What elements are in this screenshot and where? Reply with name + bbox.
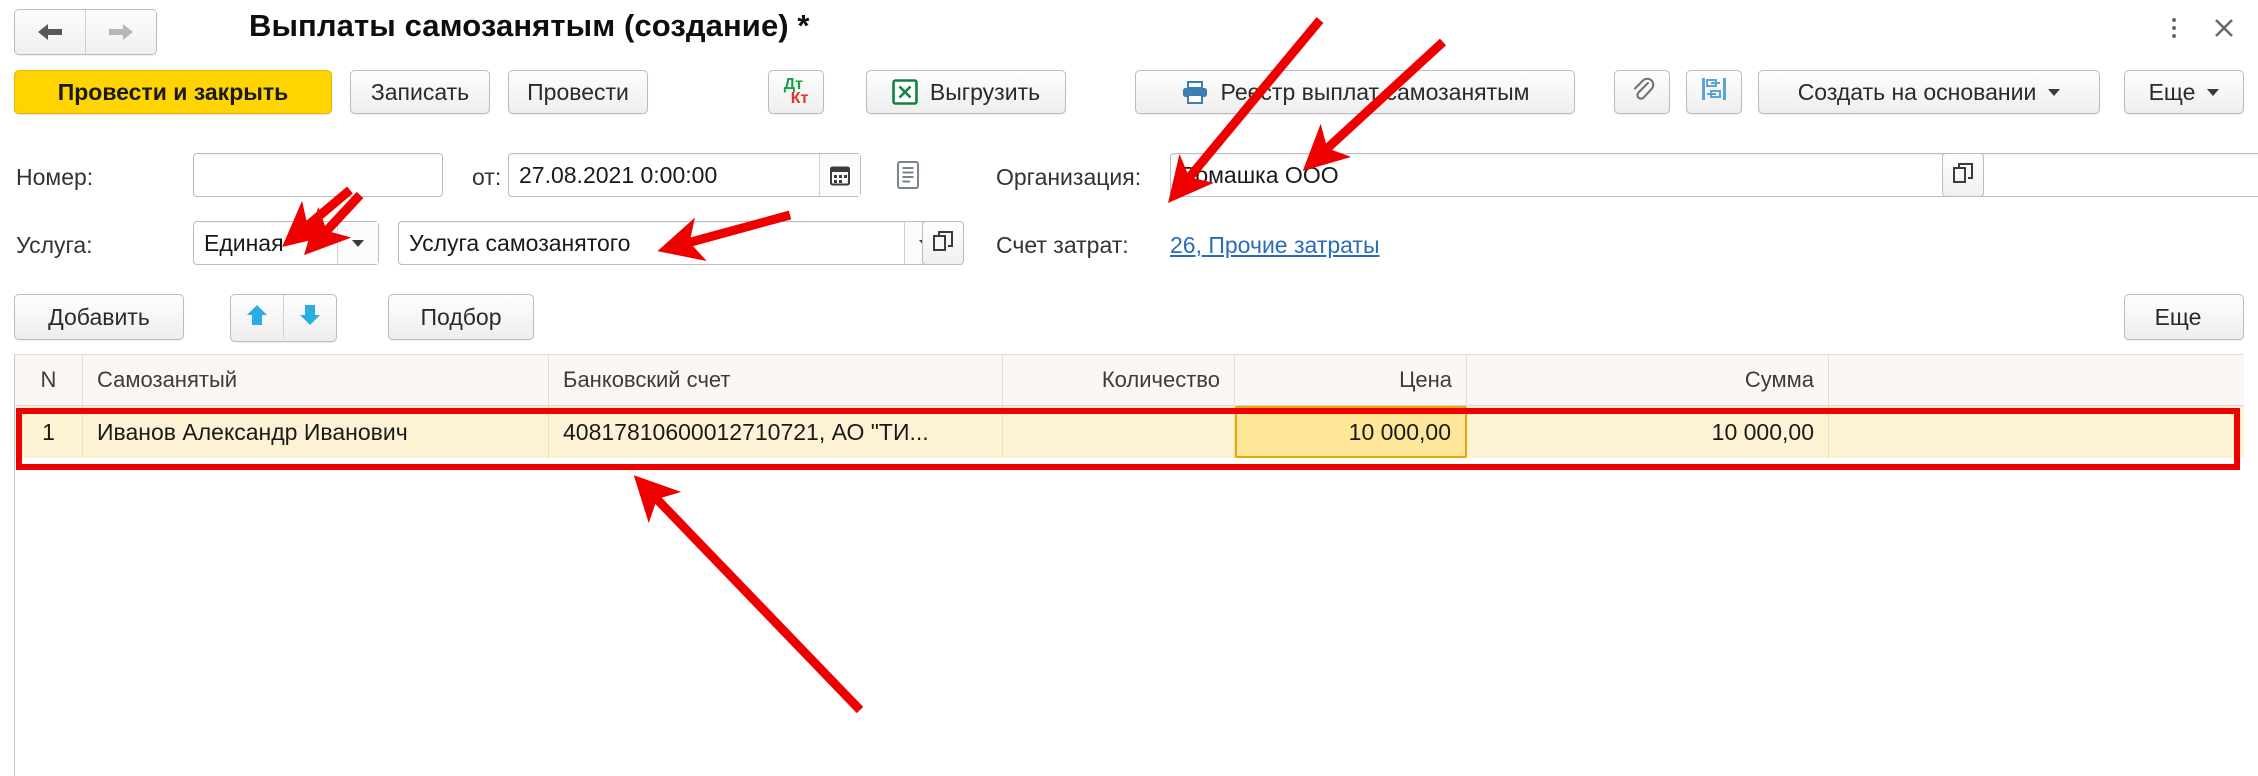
grid-header-row: N Самозанятый Банковский счет Количество Цен… bbox=[15, 355, 2244, 406]
close-icon[interactable] bbox=[2206, 10, 2242, 46]
title-bar: Выплаты самозанятым (создание) * bbox=[0, 0, 2258, 62]
export-button-label: Выгрузить bbox=[929, 78, 1041, 105]
post-and-close-button[interactable]: Провести и закрыть bbox=[14, 70, 332, 114]
service-field[interactable]: Услуга самозанятого bbox=[398, 221, 946, 265]
service-open-button[interactable] bbox=[922, 221, 964, 265]
forward-button[interactable] bbox=[85, 10, 156, 54]
chevron-down-icon bbox=[2207, 88, 2220, 96]
move-row-group bbox=[230, 294, 337, 342]
number-field[interactable] bbox=[193, 153, 443, 197]
grid-cell-amount[interactable]: 10 000,00 bbox=[1467, 406, 1829, 458]
grid-cell-tail[interactable] bbox=[1829, 406, 2243, 458]
related-links-button[interactable] bbox=[1686, 70, 1742, 114]
service-input[interactable]: Услуга самозанятого bbox=[399, 230, 640, 257]
grid-cell-price[interactable]: 10 000,00 bbox=[1235, 406, 1467, 458]
debit-credit-button[interactable]: Дт Кт bbox=[768, 70, 824, 114]
debit-credit-icon: Дт Кт bbox=[783, 76, 809, 107]
move-row-up-button[interactable] bbox=[231, 295, 283, 339]
pick-button[interactable]: Подбор bbox=[388, 294, 534, 340]
grid-cell-n[interactable]: 1 bbox=[15, 406, 83, 458]
grid-column-header[interactable]: N bbox=[15, 355, 83, 405]
export-button[interactable]: Выгрузить bbox=[866, 70, 1066, 114]
more-button[interactable]: Еще bbox=[2124, 70, 2244, 114]
grid-column-header[interactable] bbox=[1829, 355, 2243, 405]
grid-column-header[interactable]: Количество bbox=[1003, 355, 1235, 405]
open-record-icon bbox=[932, 230, 954, 257]
arrow-down-icon bbox=[297, 302, 323, 333]
grid-column-header[interactable]: Самозанятый bbox=[83, 355, 549, 405]
page-title: Выплаты самозанятым (создание) * bbox=[249, 8, 810, 43]
number-label: Номер: bbox=[16, 164, 94, 190]
arrow-right-icon bbox=[106, 21, 136, 43]
related-links-icon bbox=[1700, 76, 1728, 108]
post-button[interactable]: Провести bbox=[508, 70, 648, 114]
arrow-up-icon bbox=[244, 302, 270, 333]
registry-button-label: Реестр выплат самозанятым bbox=[1220, 78, 1530, 105]
organization-open-button[interactable] bbox=[1942, 153, 1984, 197]
create-based-on-button[interactable]: Создать на основании bbox=[1758, 70, 2100, 114]
service-label: Услуга: bbox=[16, 232, 93, 258]
move-row-down-button[interactable] bbox=[283, 295, 336, 339]
organization-input[interactable]: Ромашка ООО bbox=[1171, 162, 1349, 189]
table-toolbar: Добавить Подбор Еще bbox=[0, 286, 2258, 352]
chevron-down-icon bbox=[352, 239, 364, 247]
service-kind-input[interactable]: Единая bbox=[194, 230, 294, 257]
calendar-icon[interactable] bbox=[819, 154, 860, 196]
table-row[interactable]: 1 Иванов Александр Иванович 40817810600012… bbox=[15, 406, 2244, 458]
add-row-button[interactable]: Добавить bbox=[14, 294, 184, 340]
grid-body: 1 Иванов Александр Иванович 40817810600012… bbox=[15, 406, 2244, 458]
grid-cell-self-employed[interactable]: Иванов Александр Иванович bbox=[83, 406, 549, 458]
chevron-down-icon bbox=[2048, 88, 2061, 96]
more-button-label: Еще bbox=[2148, 78, 2196, 105]
registry-button[interactable]: Реестр выплат самозанятым bbox=[1135, 70, 1575, 114]
grid-cell-bank-account[interactable]: 40817810600012710721, АО "ТИ... bbox=[549, 406, 1003, 458]
cost-account-label: Счет затрат: bbox=[996, 232, 1129, 258]
back-button[interactable] bbox=[15, 10, 85, 54]
service-kind-dropdown-button[interactable] bbox=[337, 222, 378, 264]
excel-icon bbox=[892, 79, 918, 105]
paperclip-icon bbox=[1629, 76, 1655, 108]
date-label: от: bbox=[472, 164, 502, 190]
grid-cell-quantity[interactable] bbox=[1003, 406, 1235, 458]
command-bar: Провести и закрыть Записать Провести Дт … bbox=[0, 62, 2258, 122]
date-field[interactable]: 27.08.2021 0:00:00 bbox=[508, 153, 861, 197]
table-more-button[interactable]: Еще bbox=[2124, 294, 2244, 340]
organization-field[interactable]: Ромашка ООО bbox=[1170, 153, 2258, 197]
grid-column-header[interactable]: Сумма bbox=[1467, 355, 1829, 405]
cost-account-link[interactable]: 26, Прочие затраты bbox=[1170, 232, 1380, 259]
attach-button[interactable] bbox=[1614, 70, 1670, 114]
note-icon[interactable] bbox=[888, 155, 928, 195]
save-button[interactable]: Записать bbox=[350, 70, 490, 114]
arrow-left-icon bbox=[35, 21, 65, 43]
grid-column-header[interactable]: Цена bbox=[1235, 355, 1467, 405]
date-input[interactable]: 27.08.2021 0:00:00 bbox=[509, 162, 727, 189]
more-vertical-icon[interactable] bbox=[2156, 10, 2192, 46]
service-kind-field[interactable]: Единая bbox=[193, 221, 379, 265]
printer-icon bbox=[1181, 80, 1209, 104]
create-based-on-label: Создать на основании bbox=[1797, 78, 2037, 105]
navigation-group bbox=[14, 9, 157, 55]
table-more-label: Еще bbox=[2154, 303, 2202, 330]
items-grid: N Самозанятый Банковский счет Количество Цен… bbox=[14, 354, 2244, 776]
grid-column-header[interactable]: Банковский счет bbox=[549, 355, 1003, 405]
organization-label: Организация: bbox=[996, 164, 1142, 190]
open-record-icon bbox=[1952, 162, 1974, 189]
